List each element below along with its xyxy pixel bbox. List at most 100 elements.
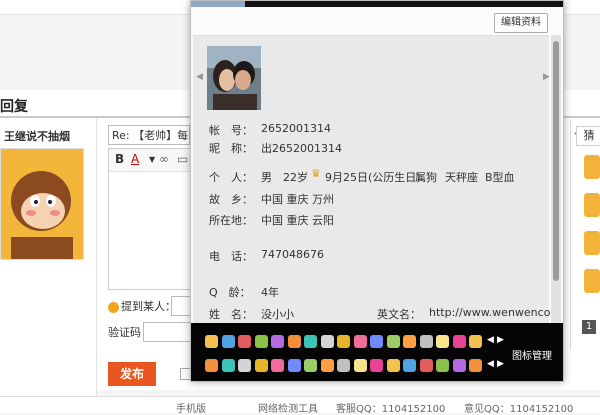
privilege-badge-icon[interactable] xyxy=(452,359,466,372)
gender-value: 男 xyxy=(261,171,272,184)
name-label: 姓 名： xyxy=(209,308,253,321)
zodiac-value: 属狗 xyxy=(415,171,437,184)
privilege-badge-icon[interactable] xyxy=(469,359,482,372)
privilege-badge-icon[interactable] xyxy=(469,335,482,348)
privilege-badge-icon[interactable] xyxy=(370,359,383,372)
privilege-badge-icon[interactable] xyxy=(337,359,350,372)
link-icon[interactable]: ∞ xyxy=(159,152,169,166)
privilege-badge-icon[interactable] xyxy=(353,359,367,372)
privilege-badge-icon[interactable] xyxy=(221,335,235,348)
footer-feedback-qq: 意见QQ：1104152100 xyxy=(464,404,574,415)
privilege-badge-icon[interactable] xyxy=(386,359,400,372)
privilege-badge-icon[interactable] xyxy=(271,335,284,348)
sticker-thumb[interactable] xyxy=(584,231,600,255)
popup-header xyxy=(191,1,563,7)
font-color-button[interactable]: A xyxy=(131,152,139,166)
publish-button[interactable]: 发布 xyxy=(108,362,156,386)
account-value: 2652001314 xyxy=(261,122,331,135)
blood-type-value: B型血 xyxy=(485,171,515,184)
mention-icon xyxy=(108,301,119,313)
location-label: 所在地： xyxy=(209,214,253,227)
privilege-badge-icon[interactable] xyxy=(386,335,400,348)
icon-manage-link[interactable]: 图标管理 xyxy=(512,347,552,362)
crown-icon: ♛ xyxy=(311,167,321,180)
location-value: 中国 重庆 云阳 xyxy=(261,214,334,227)
qq-age-label: Q 龄： xyxy=(209,286,251,299)
privilege-badge-icon[interactable] xyxy=(403,359,416,372)
next-photo-arrow-icon[interactable]: ▶ xyxy=(543,72,550,82)
privilege-badge-icon[interactable] xyxy=(337,335,350,348)
chevron-down-icon[interactable]: ▼ xyxy=(149,155,155,164)
tab-recommend[interactable]: 猜 xyxy=(576,126,600,146)
sticker-thumb[interactable] xyxy=(584,193,600,217)
privilege-badge-icon[interactable] xyxy=(254,335,268,348)
prev-photo-arrow-icon[interactable]: ◀ xyxy=(196,72,203,82)
footer-service-qq: 客服QQ：1104152100 xyxy=(336,404,446,415)
sticker-thumb[interactable] xyxy=(584,155,600,179)
phone-value: 747048676 xyxy=(261,248,324,261)
privilege-badge-icon[interactable] xyxy=(271,359,284,372)
qq-age-value: 4年 xyxy=(261,286,279,299)
english-name-value: http://www.wenwencom xyxy=(429,306,562,319)
profile-info-panel: ◀ ▶ 帐 号： 2652001314 昵 称： 出2652001314 个 人… xyxy=(193,35,561,324)
profile-popup: 编辑资料 ◀ ▶ 帐 号： 2652001314 昵 称： 出265200131… xyxy=(190,0,564,382)
reply-editor[interactable]: B A ▼ ∞ ▭ xyxy=(108,148,194,290)
reply-section-title: 回复 xyxy=(0,99,28,115)
popup-tab[interactable] xyxy=(191,1,245,7)
user-name[interactable]: 王继说不抽烟 xyxy=(4,128,70,144)
user-avatar[interactable] xyxy=(0,148,84,260)
privilege-badge-icon[interactable] xyxy=(205,335,218,348)
privilege-badge-icon[interactable] xyxy=(304,335,317,348)
scrollbar-thumb[interactable] xyxy=(553,41,559,281)
privilege-badge-icon[interactable] xyxy=(238,335,251,348)
privilege-badge-icon[interactable] xyxy=(287,335,301,348)
privilege-badge-icon[interactable] xyxy=(419,359,433,372)
privilege-badge-icon[interactable] xyxy=(254,359,268,372)
bold-button[interactable]: B xyxy=(115,152,124,166)
age-value: 22岁 xyxy=(283,171,308,184)
privilege-badge-icon[interactable] xyxy=(353,335,367,348)
footer: 手机版 网络检测工具 客服QQ：1104152100 意见QQ：11041521… xyxy=(0,396,600,415)
privilege-badge-icon[interactable] xyxy=(419,335,433,348)
profile-photo[interactable] xyxy=(207,46,261,110)
hometown-value: 中国 重庆 万州 xyxy=(261,193,334,206)
privilege-badge-icon[interactable] xyxy=(436,335,449,348)
icons-prev-arrow-icon[interactable]: ◀ xyxy=(487,359,494,369)
hometown-label: 故 乡： xyxy=(209,193,253,206)
footer-link-mobile[interactable]: 手机版 xyxy=(176,400,206,415)
privilege-badge-icon[interactable] xyxy=(436,359,449,372)
privilege-badge-icon[interactable] xyxy=(205,359,218,372)
privilege-badge-icon[interactable] xyxy=(238,359,251,372)
nickname-label: 昵 称： xyxy=(209,142,253,155)
privilege-badge-icon[interactable] xyxy=(304,359,317,372)
privilege-badge-icon[interactable] xyxy=(320,335,334,348)
subject-input[interactable]: Re: 【老帅】每日一 xyxy=(108,125,190,145)
nickname-value: 出2652001314 xyxy=(261,142,342,155)
mention-label[interactable]: 提到某人： xyxy=(108,298,176,314)
privilege-badge-icon[interactable] xyxy=(403,335,416,348)
account-label: 帐 号： xyxy=(209,124,253,137)
privilege-badge-icon[interactable] xyxy=(287,359,301,372)
page-number[interactable]: 1 xyxy=(582,320,596,334)
icons-next-arrow-icon[interactable]: ▶ xyxy=(497,335,504,345)
edit-profile-button[interactable]: 编辑资料 xyxy=(494,13,548,33)
name-value: 没小小 xyxy=(261,308,294,321)
sticker-thumb[interactable] xyxy=(584,269,600,293)
privilege-badge-icon[interactable] xyxy=(370,335,383,348)
english-name-label: 英文名： xyxy=(377,308,421,321)
footer-link-network[interactable]: 网络检测工具 xyxy=(258,400,318,415)
personal-label: 个 人： xyxy=(209,171,253,184)
privilege-badge-icon[interactable] xyxy=(452,335,466,348)
privilege-badge-icon[interactable] xyxy=(221,359,235,372)
privilege-badge-icon[interactable] xyxy=(320,359,334,372)
privilege-icon-strip: ◀ ▶ ◀ ▶ 图标管理 xyxy=(191,323,563,381)
editor-toolbar: B A ▼ ∞ ▭ xyxy=(109,149,193,172)
picture-icon[interactable]: ▭ xyxy=(177,152,188,166)
phone-label: 电 话： xyxy=(209,250,253,263)
icons-next-arrow-icon[interactable]: ▶ xyxy=(497,359,504,369)
birthday-value: 9月25日(公历生日) xyxy=(325,171,421,184)
captcha-input[interactable] xyxy=(143,322,193,342)
icons-prev-arrow-icon[interactable]: ◀ xyxy=(487,335,494,345)
profile-scrollbar[interactable] xyxy=(551,35,561,323)
star-sign-value: 天秤座 xyxy=(445,171,478,184)
